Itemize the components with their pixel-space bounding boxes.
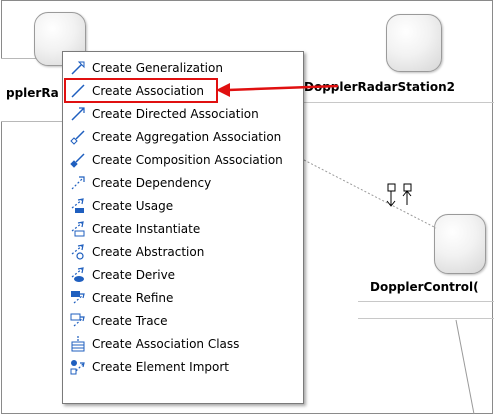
menu-item-create-dependency[interactable]: Create Dependency — [67, 171, 299, 194]
menu-item-label: Create Usage — [92, 198, 174, 213]
menu-item-create-instantiate[interactable]: Create Instantiate — [67, 217, 299, 240]
association-line — [303, 159, 437, 229]
derive-icon — [70, 266, 86, 283]
association-class-icon — [70, 335, 86, 352]
generalization-icon — [70, 60, 86, 76]
menu-item-label: Create Trace — [92, 313, 168, 328]
menu-item-label: Create Refine — [92, 290, 174, 305]
element-import-icon — [70, 359, 86, 375]
menu-item-create-element-import[interactable]: Create Element Import — [67, 355, 299, 378]
menu-item-label: Create Generalization — [92, 60, 223, 75]
menu-item-create-aggregation-association[interactable]: Create Aggregation Association — [67, 125, 299, 148]
refine-icon — [70, 290, 86, 306]
menu-item-create-refine[interactable]: Create Refine — [67, 286, 299, 309]
menu-item-label: Create Abstraction — [92, 244, 205, 259]
menu-item-label: Create Element Import — [92, 359, 230, 374]
menu-item-create-generalization[interactable]: Create Generalization — [67, 56, 299, 79]
trace-icon — [70, 313, 86, 329]
menu-item-create-usage[interactable]: Create Usage — [67, 194, 299, 217]
navigability-arrow-down-icon — [386, 183, 396, 207]
abstraction-icon — [70, 243, 86, 260]
directed-association-icon — [70, 106, 86, 122]
menu-item-label: Create Association — [92, 83, 205, 98]
menu-item-label: Create Dependency — [92, 175, 212, 190]
menu-item-label: Create Composition Association — [92, 152, 283, 167]
context-menu: Create Generalization Create Association… — [62, 51, 304, 404]
usage-icon — [70, 197, 86, 214]
menu-item-create-composition-association[interactable]: Create Composition Association — [67, 148, 299, 171]
dependency-icon — [70, 175, 86, 191]
menu-item-label: Create Instantiate — [92, 221, 201, 236]
menu-item-label: Create Association Class — [92, 336, 240, 351]
instantiate-icon — [70, 220, 86, 237]
menu-item-create-abstraction[interactable]: Create Abstraction — [67, 240, 299, 263]
menu-item-label: Create Aggregation Association — [92, 129, 282, 144]
menu-item-create-association[interactable]: Create Association — [67, 79, 299, 102]
navigability-arrow-up-icon — [402, 183, 412, 205]
association-icon — [70, 83, 86, 99]
menu-item-create-association-class[interactable]: Create Association Class — [67, 332, 299, 355]
menu-item-create-directed-association[interactable]: Create Directed Association — [67, 102, 299, 125]
menu-item-label: Create Derive — [92, 267, 176, 282]
aggregation-association-icon — [70, 129, 86, 145]
menu-item-label: Create Directed Association — [92, 106, 259, 121]
composition-association-icon — [70, 152, 86, 168]
association-line-down — [455, 319, 475, 415]
menu-item-create-derive[interactable]: Create Derive — [67, 263, 299, 286]
menu-item-create-trace[interactable]: Create Trace — [67, 309, 299, 332]
diagram-canvas[interactable]: pplerRa DopplerRadarStation2 DopplerCont… — [0, 0, 495, 416]
